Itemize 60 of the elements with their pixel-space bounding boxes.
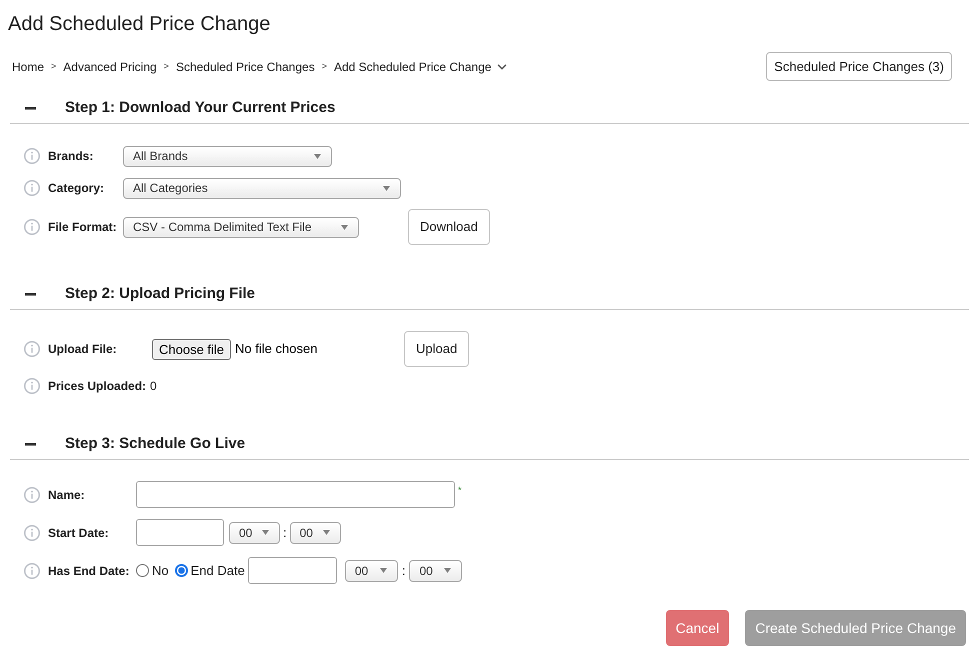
field-label: Start Date: (48, 524, 110, 542)
header-button[interactable]: Scheduled Price Changes (3) (766, 52, 952, 81)
minus-icon[interactable] (25, 293, 36, 296)
action-button[interactable]: Upload (404, 331, 470, 367)
dropdown[interactable]: 00 (290, 522, 341, 544)
file-status-text: No file chosen (235, 340, 318, 358)
section-title: Step 1: Download Your Current Prices (65, 98, 336, 118)
caret-icon (341, 224, 348, 230)
info-icon[interactable] (24, 378, 40, 394)
page-title: Add Scheduled Price Change (7, 12, 272, 36)
value-text: 0 (150, 378, 157, 395)
info-icon[interactable] (24, 219, 40, 235)
choose-file-button[interactable]: Choose file (152, 338, 232, 360)
date-field[interactable] (136, 519, 224, 546)
radio-button[interactable] (174, 564, 188, 577)
field-label: Name: (48, 486, 86, 504)
field-label: File Format: (48, 219, 118, 236)
dropdown[interactable]: All Brands (123, 146, 332, 166)
field-label: Category: (48, 180, 106, 197)
dropdown[interactable]: CSV - Comma Delimited Text File (123, 216, 359, 238)
info-icon[interactable] (24, 562, 40, 578)
minus-icon[interactable] (25, 107, 36, 110)
dropdown[interactable]: All Categories (123, 178, 401, 198)
breadcrumb-separator: > (50, 60, 58, 73)
field-label: Brands: (48, 148, 94, 165)
date-field[interactable] (248, 557, 337, 584)
breadcrumb-separator: > (162, 60, 170, 73)
dropdown[interactable]: 00 (344, 560, 398, 582)
action-button[interactable]: Download (408, 209, 490, 245)
text-field[interactable] (136, 481, 455, 508)
breadcrumb-link[interactable]: Add Scheduled Price Change (334, 58, 492, 76)
info-icon[interactable] (24, 486, 40, 502)
caret-icon (322, 530, 330, 535)
time-separator: : (400, 562, 406, 580)
caret-icon (383, 186, 390, 190)
time-separator: : (282, 524, 288, 542)
caret-icon (380, 568, 387, 573)
field-label: Has End Date: (48, 562, 130, 580)
caret-icon (262, 530, 269, 535)
breadcrumb-link[interactable]: Home (12, 58, 44, 76)
radio-label[interactable]: End Date (190, 560, 245, 580)
info-icon[interactable] (24, 341, 40, 357)
info-icon[interactable] (24, 180, 40, 196)
field-label: Prices Uploaded: (48, 378, 146, 395)
radio-label[interactable]: No (152, 560, 169, 580)
breadcrumb-separator: > (320, 60, 328, 73)
minus-icon[interactable] (25, 443, 36, 446)
info-icon[interactable] (24, 148, 40, 164)
dropdown[interactable]: 00 (229, 522, 280, 544)
section-title: Step 2: Upload Pricing File (65, 284, 256, 304)
radio-button[interactable] (136, 564, 149, 577)
field-label: Upload File: (48, 341, 118, 358)
dropdown[interactable]: 00 (409, 560, 462, 582)
required-mark: * (458, 485, 462, 495)
caret-icon (314, 154, 321, 158)
breadcrumb-link[interactable]: Scheduled Price Changes (176, 58, 315, 76)
breadcrumb-link[interactable]: Advanced Pricing (63, 58, 157, 76)
info-icon[interactable] (24, 524, 40, 540)
caret-icon (444, 568, 452, 573)
section-title: Step 3: Schedule Go Live (65, 434, 246, 454)
